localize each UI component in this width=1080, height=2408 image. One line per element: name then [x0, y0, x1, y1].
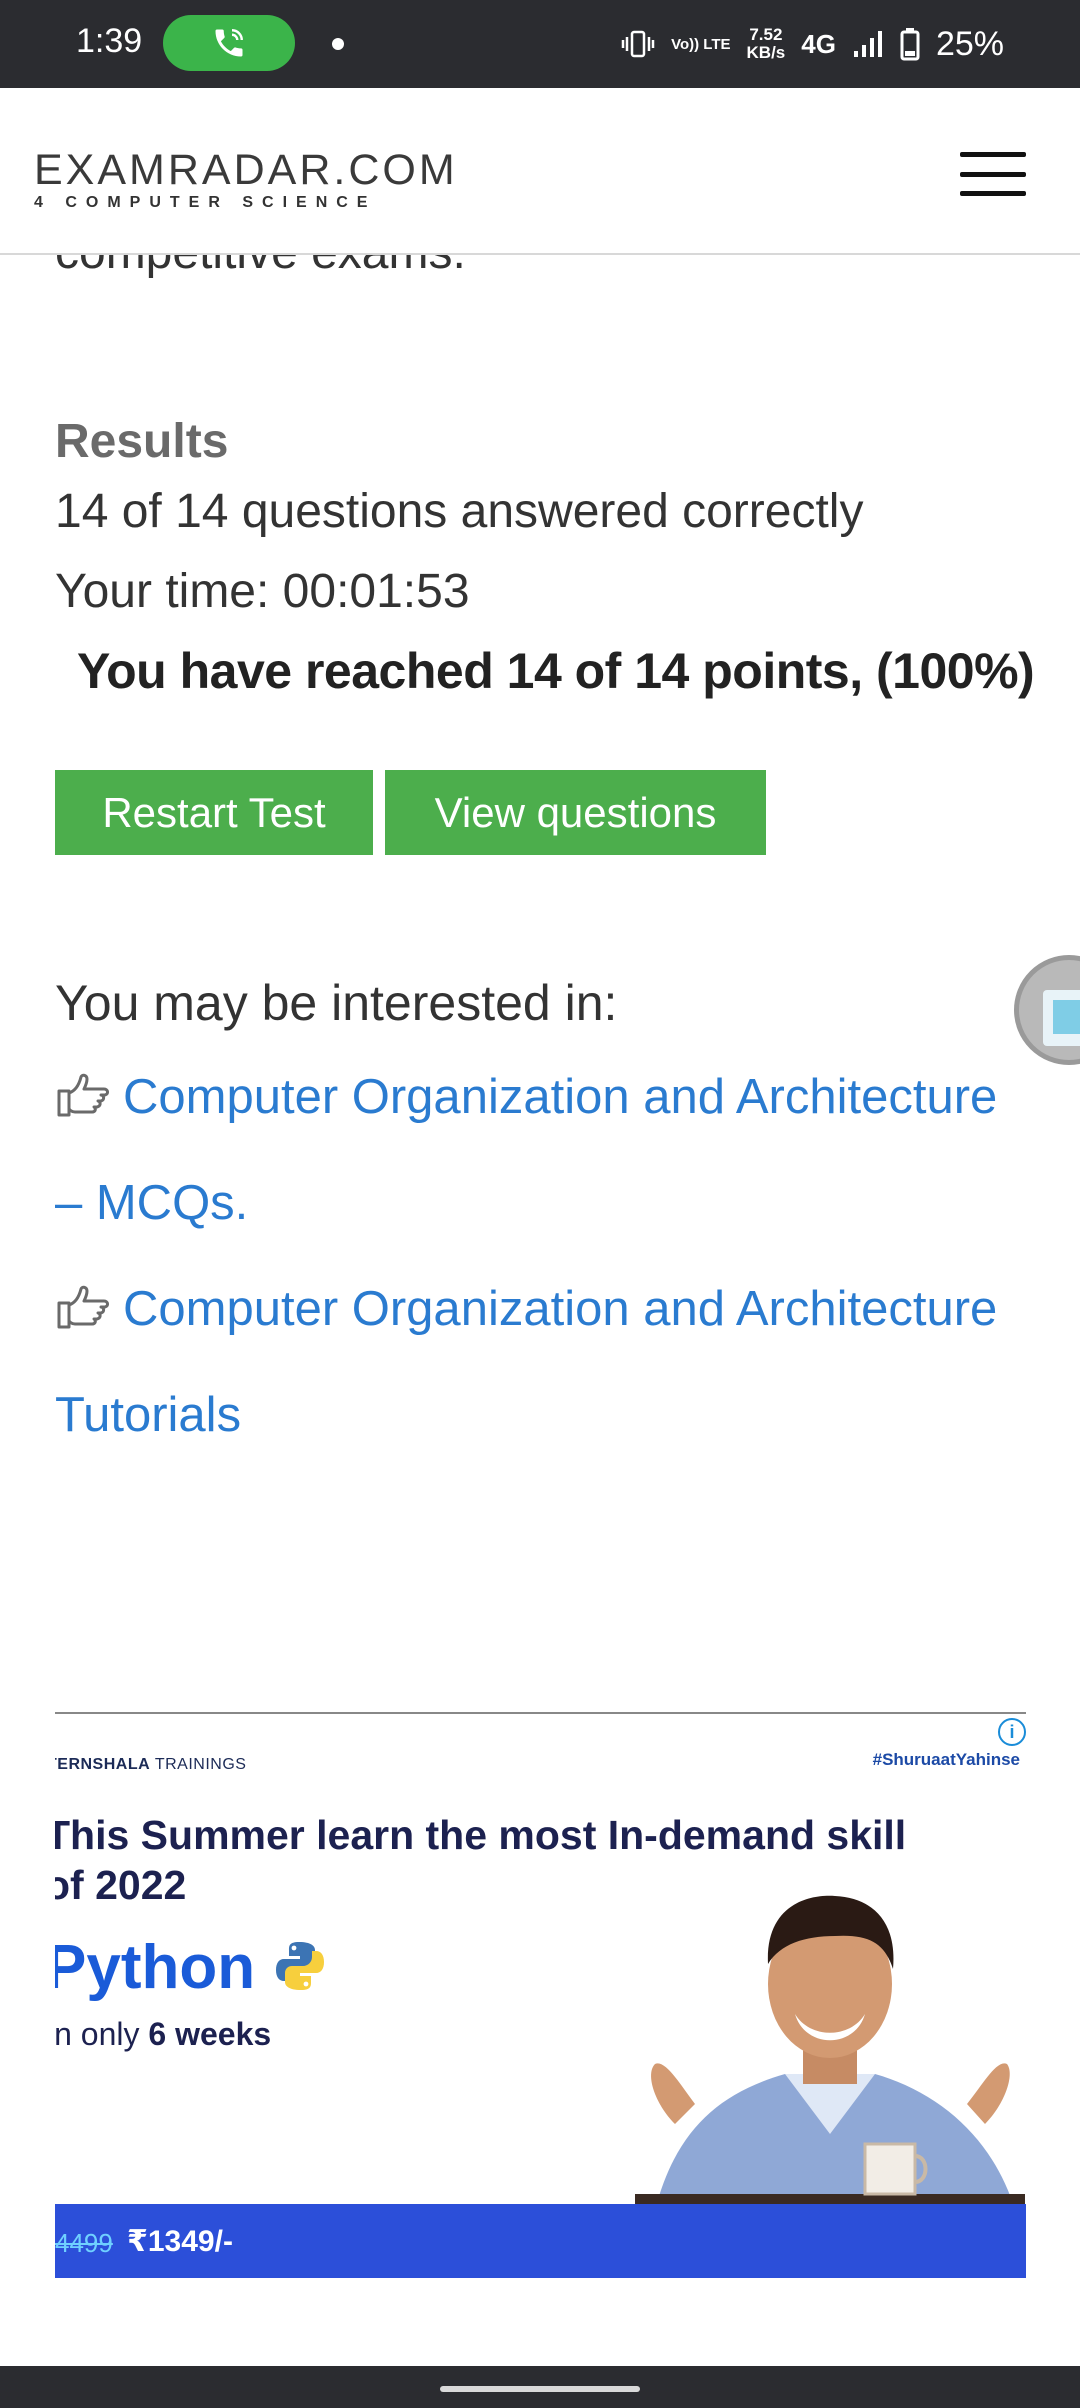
hamburger-menu-icon[interactable]	[960, 152, 1026, 196]
related-link-text: Computer Organization and Architecture –…	[55, 1070, 998, 1230]
network-speed: 7.52 KB/s	[747, 26, 786, 62]
python-logo-icon	[276, 1942, 325, 1990]
site-header: EXAMRADAR.COM 4 COMPUTER SCIENCE	[0, 88, 1080, 255]
chat-head-thumbnail	[1043, 990, 1080, 1046]
logo-tagline: 4 COMPUTER SCIENCE	[34, 194, 377, 211]
results-heading: Results	[55, 415, 229, 468]
ad-brand-light: TRAININGS	[150, 1756, 247, 1773]
ad-duration-prefix: in only	[55, 2016, 149, 2052]
related-link-text: Computer Organization and Architecture T…	[55, 1282, 998, 1442]
ad-duration: in only 6 weeks	[55, 2016, 271, 2053]
volte-badge: Vo)) LTE	[671, 35, 731, 53]
ongoing-call-indicator[interactable]	[163, 15, 295, 71]
ad-brand-bold: TERNSHALA	[55, 1756, 151, 1773]
thumbs-pointing-icon	[57, 1073, 109, 1117]
ad-python-title: Python	[55, 1932, 328, 2003]
status-time: 1:39	[76, 22, 143, 60]
answered-summary: 14 of 14 questions answered correctly	[55, 485, 864, 538]
related-link-coa-tutorials[interactable]: Computer Organization and Architecture T…	[55, 1256, 1035, 1468]
interested-heading: You may be interested in:	[55, 975, 618, 1031]
ad-hashtag: #ShuruaatYahinse	[872, 1750, 1020, 1769]
site-logo[interactable]: EXAMRADAR.COM 4 COMPUTER SCIENCE	[34, 148, 458, 212]
thumbs-pointing-icon	[57, 1285, 109, 1329]
ad-duration-value: 6 weeks	[148, 2016, 272, 2052]
restart-test-button[interactable]: Restart Test	[55, 770, 373, 855]
related-link-coa-mcqs[interactable]: Computer Organization and Architecture –…	[55, 1044, 1035, 1256]
ad-presenter-image	[635, 1895, 1025, 2210]
ad-info-icon[interactable]: i	[998, 1718, 1026, 1746]
status-bar: 1:39 Vo)) LTE 7.52 KB/s 4G 25%	[0, 0, 1080, 88]
home-gesture-handle[interactable]	[440, 2386, 640, 2392]
speed-value: 7.52	[749, 25, 783, 44]
ad-new-price: ₹1349/-	[127, 2225, 233, 2258]
ad-python-text: Python	[55, 1933, 256, 2002]
status-icons: Vo)) LTE 7.52 KB/s 4G 25%	[621, 20, 1004, 68]
notification-dot	[332, 38, 344, 50]
network-type: 4G	[801, 28, 836, 59]
battery-icon	[900, 28, 920, 61]
ad-price-bar: 4499 ₹1349/-	[55, 2204, 1026, 2278]
elapsed-time: Your time: 00:01:53	[55, 565, 470, 618]
view-questions-button[interactable]: View questions	[385, 770, 766, 855]
vibrate-icon	[621, 30, 655, 58]
battery-percentage: 25%	[935, 24, 1004, 63]
signal-icon	[853, 31, 882, 57]
logo-title: EXAMRADAR.COM	[34, 146, 458, 194]
phone-icon	[215, 29, 243, 57]
advertisement-banner[interactable]: i TERNSHALA TRAININGS #ShuruaatYahinse T…	[55, 1712, 1026, 2278]
points-summary: You have reached 14 of 14 points, (100%)	[77, 643, 1035, 699]
speed-unit: KB/s	[746, 43, 786, 62]
ad-old-price: 4499	[55, 2228, 113, 2258]
system-navigation-bar	[0, 2366, 1080, 2408]
ad-brand: TERNSHALA TRAININGS	[55, 1756, 246, 1774]
